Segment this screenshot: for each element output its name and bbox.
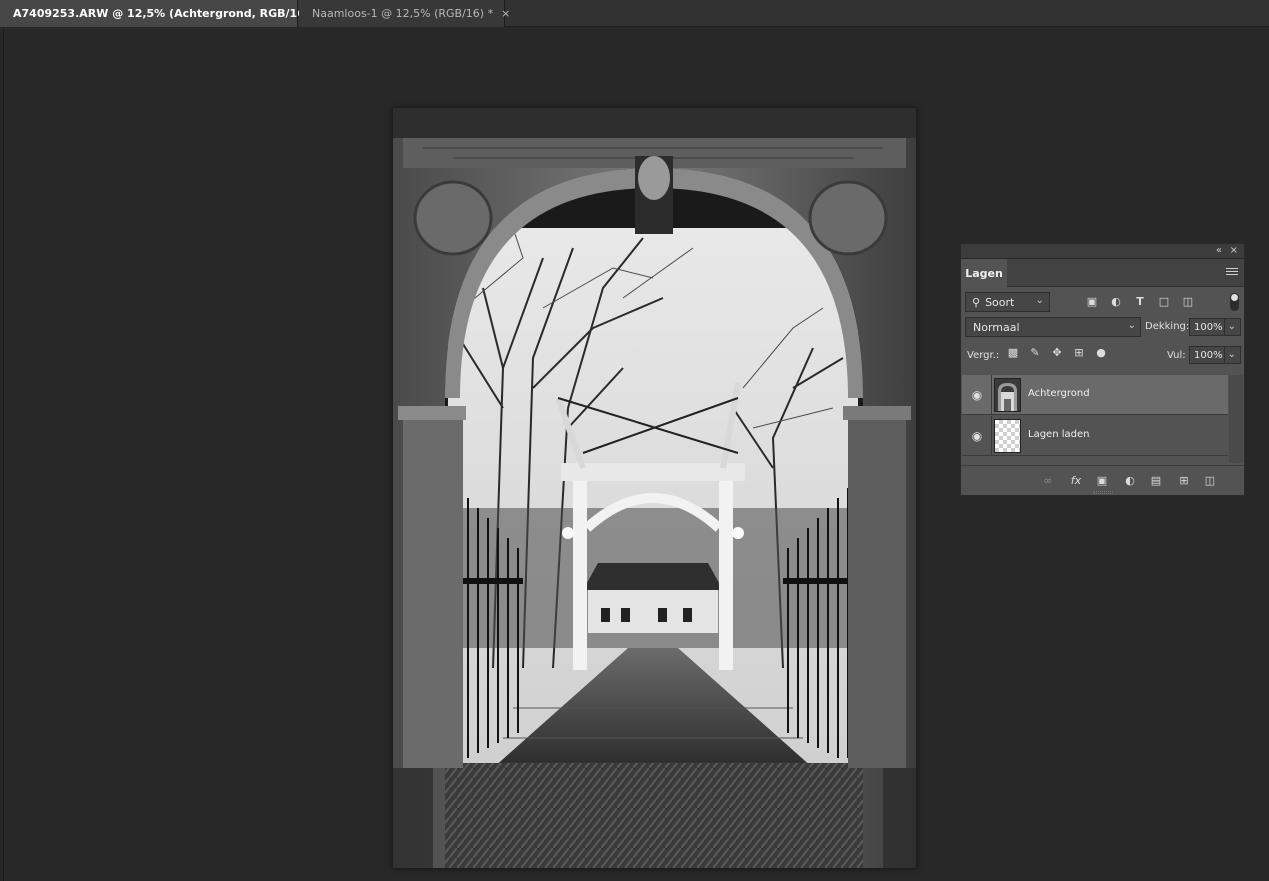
layer-row-achtergrond[interactable]: ◉ Achtergrond — [962, 375, 1228, 415]
filter-row: ⚲ Soort ⌄ ▣ ◐ T □ ◫ — [961, 287, 1244, 314]
opacity-label: Dekking: — [1145, 321, 1190, 332]
lock-position-icon[interactable]: ✥ — [1050, 346, 1064, 360]
blend-row: Normaal ⌄ Dekking: 100% ⌄ — [961, 314, 1244, 342]
chevron-down-icon: ⌄ — [1035, 295, 1044, 306]
adjustment-filter-icon[interactable]: ◐ — [1109, 295, 1123, 309]
panel-menu-icon[interactable] — [1226, 266, 1238, 278]
fill-label: Vul: — [1167, 350, 1186, 361]
link-layers-icon[interactable]: ∞ — [1041, 474, 1055, 488]
layer-list-scrollbar[interactable] — [1229, 375, 1243, 463]
lock-all-icon[interactable]: ● — [1094, 346, 1108, 360]
canvas-edge — [3, 28, 4, 881]
group-folder-icon[interactable]: ▤ — [1149, 474, 1163, 488]
document-tab-naamloos-1[interactable]: Naamloos-1 @ 12,5% (RGB/16) * × — [299, 0, 510, 27]
search-icon: ⚲ — [972, 295, 981, 309]
document-image[interactable] — [393, 108, 916, 868]
new-layer-icon[interactable]: ⊞ — [1177, 474, 1191, 488]
smart-object-filter-icon[interactable]: ◫ — [1181, 295, 1195, 309]
blend-mode-select[interactable]: Normaal ⌄ — [965, 317, 1141, 337]
filter-kind-label: Soort — [985, 295, 1015, 309]
fx-icon[interactable]: fx — [1069, 474, 1083, 488]
adjustment-layer-icon[interactable]: ◐ — [1123, 474, 1137, 488]
layer-thumbnail — [994, 419, 1021, 453]
lock-row: Vergr.: ▩ ✎ ✥ ⊞ ● Vul: 100% ⌄ — [961, 342, 1244, 372]
filter-kind-select[interactable]: ⚲ Soort ⌄ — [965, 292, 1050, 312]
layers-panel: « × Lagen ⚲ Soort ⌄ ▣ ◐ T □ ◫ Normaal ⌄ … — [960, 243, 1245, 496]
chevron-down-icon[interactable]: ⌄ — [1228, 321, 1236, 332]
panel-resize-grip[interactable] — [1093, 491, 1113, 494]
photo-illustration — [393, 108, 916, 868]
opacity-input[interactable]: 100% ⌄ — [1189, 318, 1241, 336]
layer-row-lagen-laden[interactable]: ◉ Lagen laden — [962, 416, 1228, 456]
chevron-down-icon[interactable]: ⌄ — [1228, 349, 1236, 360]
lock-transparency-icon[interactable]: ▩ — [1006, 346, 1020, 360]
eye-icon[interactable]: ◉ — [970, 429, 984, 443]
panel-title-bar[interactable]: « × — [961, 244, 1244, 259]
chevron-down-icon: ⌄ — [1127, 320, 1136, 331]
shape-filter-icon[interactable]: □ — [1157, 295, 1171, 309]
fill-input[interactable]: 100% ⌄ — [1189, 346, 1241, 364]
trash-icon[interactable]: ◫ — [1203, 474, 1217, 488]
collapse-icon[interactable]: « — [1216, 245, 1222, 256]
layer-list: ◉ Achtergrond ◉ Lagen laden — [962, 375, 1228, 463]
layer-mask-icon[interactable]: ▣ — [1095, 474, 1109, 488]
document-tab-bar: A7409253.ARW @ 12,5% (Achtergrond, RGB/1… — [0, 0, 1269, 27]
type-filter-icon[interactable]: T — [1133, 295, 1147, 309]
opacity-value: 100% — [1194, 321, 1223, 333]
fill-value: 100% — [1194, 349, 1223, 361]
tab-label: A7409253.ARW @ 12,5% (Achtergrond, RGB/1… — [13, 7, 320, 20]
tab-label: Naamloos-1 @ 12,5% (RGB/16) * — [312, 7, 494, 20]
lock-artboard-icon[interactable]: ⊞ — [1072, 346, 1086, 360]
blend-mode-value: Normaal — [973, 320, 1020, 334]
layer-name[interactable]: Achtergrond — [1028, 388, 1090, 399]
lock-pixels-icon[interactable]: ✎ — [1028, 346, 1042, 360]
image-filter-icon[interactable]: ▣ — [1085, 295, 1099, 309]
layer-thumbnail — [994, 378, 1021, 412]
lock-label: Vergr.: — [967, 350, 1000, 361]
close-icon[interactable]: × — [1230, 245, 1238, 256]
layers-bottom-toolbar: ∞ fx ▣ ◐ ▤ ⊞ ◫ — [961, 465, 1244, 495]
close-icon[interactable]: × — [501, 7, 510, 20]
layer-name[interactable]: Lagen laden — [1028, 429, 1089, 440]
filter-toggle[interactable] — [1230, 293, 1239, 311]
eye-icon[interactable]: ◉ — [970, 388, 984, 402]
tab-lagen[interactable]: Lagen — [961, 259, 1007, 287]
document-tab-a7409253[interactable]: A7409253.ARW @ 12,5% (Achtergrond, RGB/1… — [0, 0, 337, 27]
panel-tab-bar: Lagen — [961, 259, 1244, 287]
